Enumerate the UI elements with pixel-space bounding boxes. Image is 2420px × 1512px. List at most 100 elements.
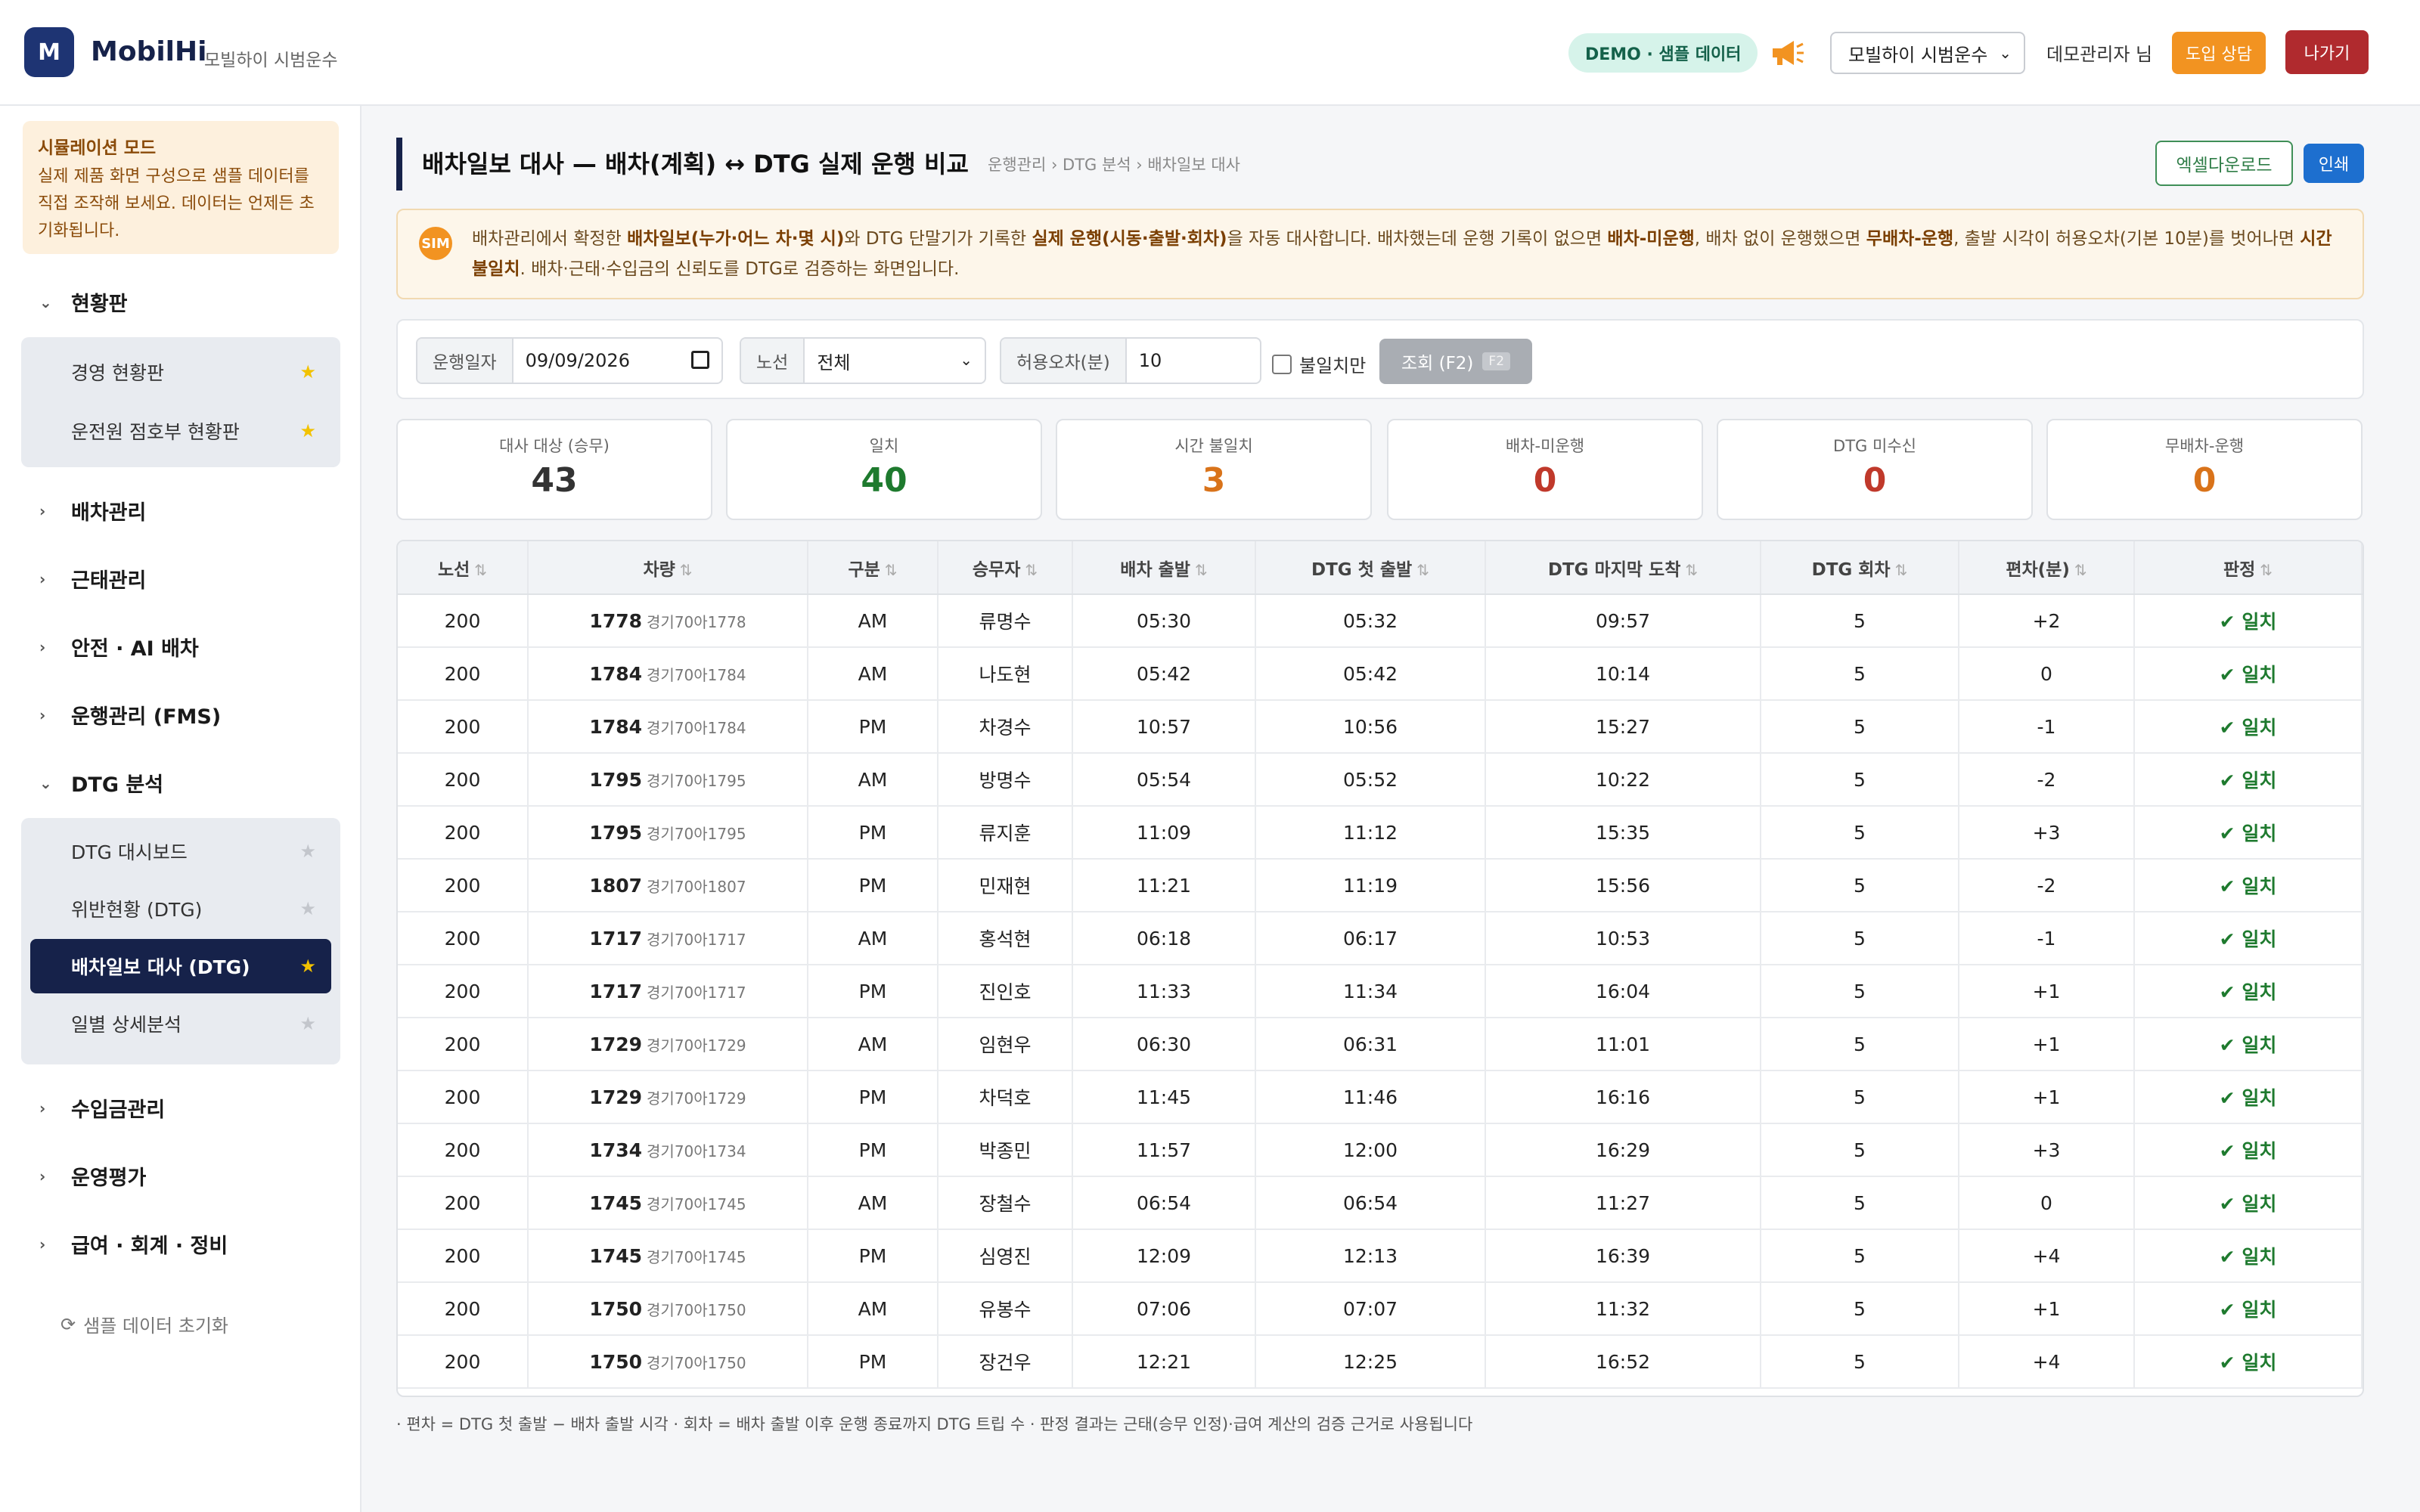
table-row[interactable]: 200 1784 경기70아1784 PM 차경수 10:57 10:56 15:27 5 -1 ✔… [398,700,2363,754]
mismatch-only-checkbox[interactable]: 불일치만 [1272,351,1366,377]
vehicle-number: 1750 [589,1297,643,1320]
table-row[interactable]: 200 1784 경기70아1784 AM 나도현 05:42 05:42 10:14 5 0 ✔ … [398,647,2363,701]
sort-icon[interactable]: ⇅ [680,561,693,579]
shift-cell: AM [808,1176,939,1230]
brand-name[interactable]: MobilHi [91,36,206,67]
table-row[interactable]: 200 1734 경기70아1734 PM 박종민 11:57 12:00 16:29 5 +3 ✔… [398,1123,2363,1177]
table-row[interactable]: 200 1795 경기70아1795 AM 방명수 05:54 05:52 10:22 5 -2 ✔… [398,753,2363,807]
star-icon[interactable]: ★ [299,420,316,442]
dtg-first-departure-cell: 05:32 [1255,594,1486,648]
query-button[interactable]: 조회 (F2) F2 [1379,339,1532,384]
table-row[interactable]: 200 1778 경기70아1778 AM 류명수 05:30 05:32 09:57 5 +2 ✔… [398,594,2363,648]
table-row[interactable]: 200 1750 경기70아1750 PM 장건우 12:21 12:25 16:52 5 +4 ✔… [398,1335,2363,1389]
column-header[interactable]: 편차(분) ⇅ [1959,541,2135,595]
dtg-trips-cell: 5 [1761,806,1959,860]
column-header[interactable]: DTG 첫 출발 ⇅ [1255,541,1486,595]
vehicle-number: 1807 [589,874,643,897]
reconciliation-table: 노선 ⇅ 차량 ⇅ 구분 ⇅ 승무자 ⇅ 배차 출발 ⇅ DTG 첫 출발 ⇅ DTG 마지막 도착 ⇅ D… [396,540,2364,1397]
nav-item-dtg-dashboard[interactable]: DTG 대시보드 ★ [30,824,331,878]
nav-item-violations[interactable]: 위반현황 (DTG) ★ [30,881,331,936]
nav-item-label: 배차일보 대사 (DTG) [71,956,250,978]
dispatch-departure-cell: 07:06 [1072,1282,1256,1336]
star-icon[interactable]: ★ [299,1013,316,1034]
date-input-value: 09/09/2026 [525,350,630,371]
nav-group-attendance[interactable]: › 근태관리 [39,564,146,593]
calendar-icon[interactable] [691,351,709,369]
date-filter[interactable]: 운행일자 09/09/2026 [416,337,723,384]
route-filter[interactable]: 노선 전체 ⌄ [740,337,986,384]
chevron-right-icon: › [39,637,46,656]
date-input[interactable]: 09/09/2026 [513,339,721,383]
table-row[interactable]: 200 1729 경기70아1729 PM 차덕호 11:45 11:46 16:16 5 +1 ✔… [398,1070,2363,1124]
table-row[interactable]: 200 1717 경기70아1717 AM 홍석현 06:18 06:17 10:53 5 -1 ✔… [398,912,2363,965]
exit-button[interactable]: 나가기 [2285,30,2369,74]
dtg-last-arrival-cell: 11:27 [1485,1176,1761,1230]
column-header-label: 차량 [643,559,675,580]
sort-icon[interactable]: ⇅ [1895,561,1908,579]
table-row[interactable]: 200 1795 경기70아1795 PM 류지훈 11:09 11:12 15:35 5 +3 ✔… [398,806,2363,860]
excel-download-button[interactable]: 엑셀다운로드 [2155,141,2293,186]
sort-icon[interactable]: ⇅ [1685,561,1698,579]
star-icon[interactable]: ★ [299,361,316,383]
column-header[interactable]: 배차 출발 ⇅ [1072,541,1256,595]
logo-icon[interactable]: M [24,27,74,77]
tolerance-filter[interactable]: 허용오차(분) 10 [1000,337,1261,384]
star-icon[interactable]: ★ [299,898,316,919]
consult-button[interactable]: 도입 상담 [2172,32,2266,74]
sort-icon[interactable]: ⇅ [474,561,487,579]
stat-value: 40 [861,461,908,500]
nav-group-dispatch[interactable]: › 배차관리 [39,496,146,525]
column-header[interactable]: DTG 마지막 도착 ⇅ [1485,541,1761,595]
nav-group-evaluation[interactable]: › 운영평가 [39,1161,146,1191]
nav-item-management-dashboard[interactable]: 경영 현황판 ★ [30,345,331,399]
table-row[interactable]: 200 1729 경기70아1729 AM 임현우 06:30 06:31 11:01 5 +1 ✔… [398,1018,2363,1071]
column-header[interactable]: 구분 ⇅ [808,541,939,595]
nav-group-label: 배차관리 [71,501,147,525]
table-row[interactable]: 200 1745 경기70아1745 PM 심영진 12:09 12:13 16:39 5 +4 ✔… [398,1229,2363,1283]
column-header[interactable]: 판정 ⇅ [2134,541,2363,595]
verdict-cell: ✔ 일치 [2134,753,2363,807]
table-row[interactable]: 200 1745 경기70아1745 AM 장철수 06:54 06:54 11:27 5 0 ✔ … [398,1176,2363,1230]
nav-group-safety[interactable]: › 안전 · AI 배차 [39,632,199,662]
sort-icon[interactable]: ⇅ [1025,561,1038,579]
sort-icon[interactable]: ⇅ [2074,561,2087,579]
deviation-cell: +1 [1959,965,2135,1018]
column-header-label: 승무자 [972,559,1021,580]
organization-select[interactable]: 모빌하이 시범운수 ⌄ [1830,32,2025,74]
nav-group-dtg[interactable]: ⌄ DTG 분석 [39,768,163,798]
nav-group-dashboard[interactable]: ⌄ 현황판 [39,287,128,317]
tolerance-input[interactable]: 10 [1127,339,1260,383]
deviation-cell: +1 [1959,1070,2135,1124]
nav-group-fms[interactable]: › 운행관리 (FMS) [39,700,221,730]
dispatch-departure-cell: 12:09 [1072,1229,1256,1283]
sort-icon[interactable]: ⇅ [885,561,898,579]
column-header[interactable]: 승무자 ⇅ [938,541,1073,595]
reset-sample-data-button[interactable]: ⟳ 샘플 데이터 초기화 [60,1311,228,1337]
nav-item-driver-rollcall[interactable]: 운전원 점호부 현황판 ★ [30,404,331,458]
nav-item-dispatch-reconciliation[interactable]: 배차일보 대사 (DTG) ★ [30,939,331,993]
print-button[interactable]: 인쇄 [2304,144,2364,183]
table-row[interactable]: 200 1750 경기70아1750 AM 유봉수 07:06 07:07 11:32 5 +1 ✔… [398,1282,2363,1336]
nav-group-payroll[interactable]: › 급여 · 회계 · 정비 [39,1229,228,1259]
vehicle-cell: 1795 경기70아1795 [528,806,808,860]
megaphone-icon[interactable] [1768,36,1804,70]
route-select[interactable]: 전체 ⌄ [805,339,985,383]
star-icon[interactable]: ★ [299,956,316,977]
star-icon[interactable]: ★ [299,841,316,862]
checkbox-box[interactable] [1272,354,1292,374]
sort-icon[interactable]: ⇅ [2260,561,2273,579]
column-header[interactable]: DTG 회차 ⇅ [1761,541,1959,595]
dispatch-departure-cell: 06:54 [1072,1176,1256,1230]
table-row[interactable]: 200 1717 경기70아1717 PM 진인호 11:33 11:34 16:04 5 +1 ✔… [398,965,2363,1018]
driver-cell: 장철수 [938,1176,1073,1230]
nav-item-daily-analysis[interactable]: 일별 상세분석 ★ [30,996,331,1051]
column-header[interactable]: 노선 ⇅ [398,541,529,595]
column-header[interactable]: 차량 ⇅ [528,541,808,595]
title-accent-bar [396,138,402,191]
vehicle-plate: 경기70아1745 [647,1194,746,1213]
table-row[interactable]: 200 1807 경기70아1807 PM 민재현 11:21 11:19 15:56 5 -2 ✔… [398,859,2363,912]
dtg-trips-cell: 5 [1761,1229,1959,1283]
nav-group-revenue[interactable]: › 수입금관리 [39,1093,165,1123]
sort-icon[interactable]: ⇅ [1195,561,1208,579]
sort-icon[interactable]: ⇅ [1416,561,1429,579]
